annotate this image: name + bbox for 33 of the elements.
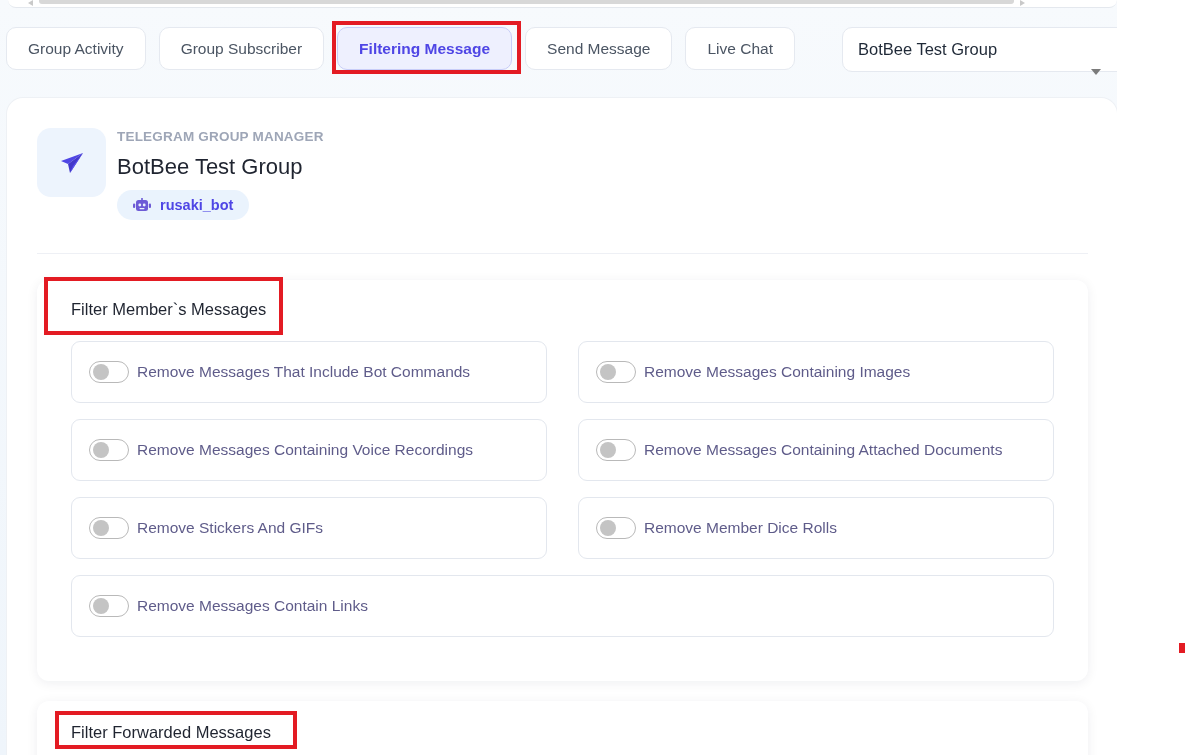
paper-plane-icon [37,128,106,197]
annotation-mark [1179,643,1185,653]
caret-icon [1091,69,1101,75]
toggle-switch[interactable] [89,595,129,617]
tab[interactable]: Group Activity [6,27,146,70]
scroll-left-arrow-icon[interactable] [28,0,33,6]
toggle-switch[interactable] [596,517,636,539]
app-overline: TELEGRAM GROUP MANAGER [117,128,324,146]
option-label: Remove Messages Contain Links [137,597,368,615]
scroll-right-arrow-icon[interactable] [1020,0,1025,6]
tab[interactable]: Group Subscriber [158,27,325,70]
toggle-switch[interactable] [89,517,129,539]
tab[interactable]: Send Message [525,27,673,70]
toggle-switch[interactable] [596,361,636,383]
option-label: Remove Messages Containing Images [644,363,911,381]
option-label: Remove Messages Containing Voice Recordings [137,441,473,459]
option-label: Remove Stickers And GIFs [137,519,324,537]
toggle-switch[interactable] [89,361,129,383]
group-select[interactable]: BotBee Test Group [842,27,1117,72]
tab[interactable]: Filtering Message [337,27,513,70]
scroll-thumb[interactable] [39,0,1014,4]
section-title: Filter Member`s Messages [71,299,267,320]
option-label: Remove Member Dice Rolls [644,519,837,537]
bot-name: rusaki_bot [160,197,234,213]
group-title: BotBee Test Group [117,153,303,181]
tab[interactable]: Live Chat [685,27,795,70]
robot-icon [133,198,151,212]
toggle-switch[interactable] [89,439,129,461]
option-label: Remove Messages That Include Bot Commands [137,363,471,381]
scrollbar[interactable] [8,0,1117,8]
option-label: Remove Messages Containing Attached Documents [644,441,1003,459]
section-title: Filter Forwarded Messages [71,722,271,743]
toggle-switch[interactable] [596,439,636,461]
